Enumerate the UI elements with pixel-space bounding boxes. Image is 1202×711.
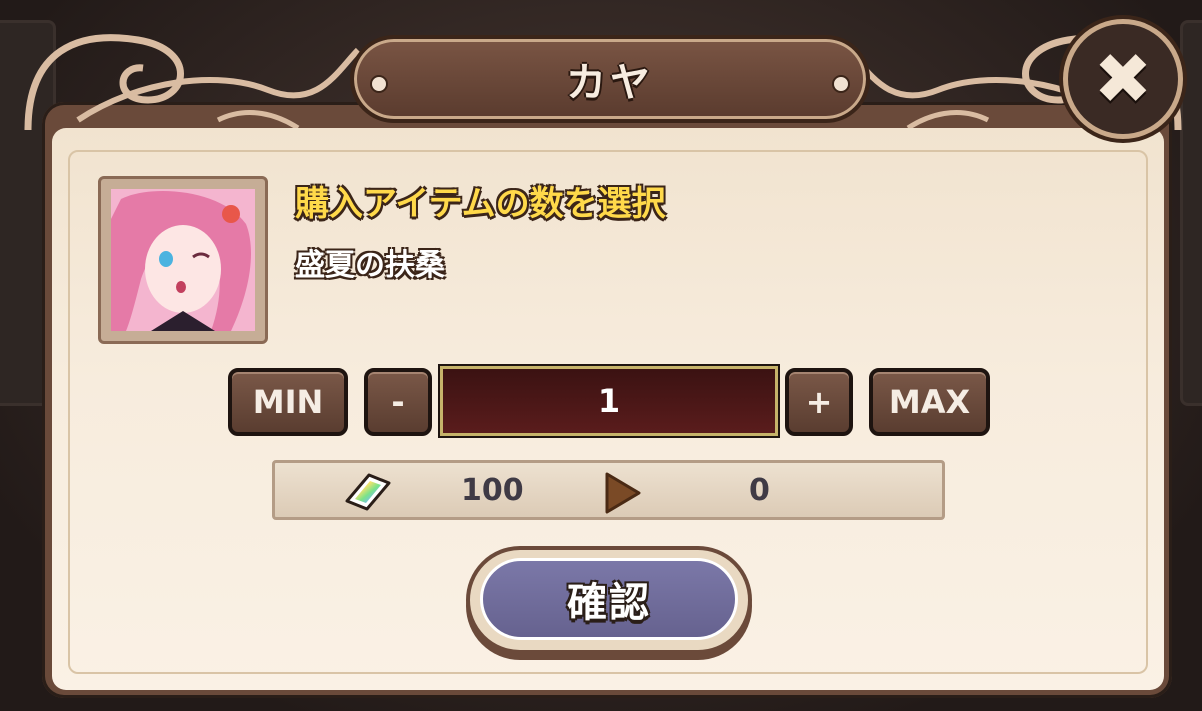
character-portrait-image: [111, 189, 255, 331]
max-button[interactable]: MAX: [869, 368, 990, 436]
dialog-title: カヤ: [566, 60, 654, 106]
confirm-button[interactable]: 確認: [480, 558, 738, 640]
title-plate: カヤ: [350, 35, 870, 123]
close-icon: ✖: [1093, 38, 1153, 120]
min-button[interactable]: MIN: [228, 368, 348, 436]
game-screen: カヤ ✖ 購入アイテムの数を選択 盛夏の扶桑 MIN - 1 + MAX 100…: [0, 0, 1202, 711]
increment-button[interactable]: +: [785, 368, 853, 436]
confirm-button-frame: 確認: [466, 546, 752, 654]
cost-after: 0: [749, 473, 770, 508]
quantity-field[interactable]: 1: [440, 366, 778, 436]
item-portrait: [98, 176, 268, 344]
item-name: 盛夏の扶桑: [295, 248, 445, 283]
rivet-left: [370, 75, 388, 93]
rainbow-ticket-icon: [345, 473, 391, 511]
rivet-right: [832, 75, 850, 93]
cost-bar: 100 0: [272, 460, 945, 520]
cost-current: 100: [461, 473, 524, 508]
purchase-quantity-heading: 購入アイテムの数を選択: [295, 184, 666, 224]
arrow-right-icon: [605, 472, 641, 514]
decrement-button[interactable]: -: [364, 368, 432, 436]
confirm-label: 確認: [567, 580, 651, 626]
character-illustration: [111, 189, 255, 331]
close-button[interactable]: ✖: [1068, 24, 1178, 134]
